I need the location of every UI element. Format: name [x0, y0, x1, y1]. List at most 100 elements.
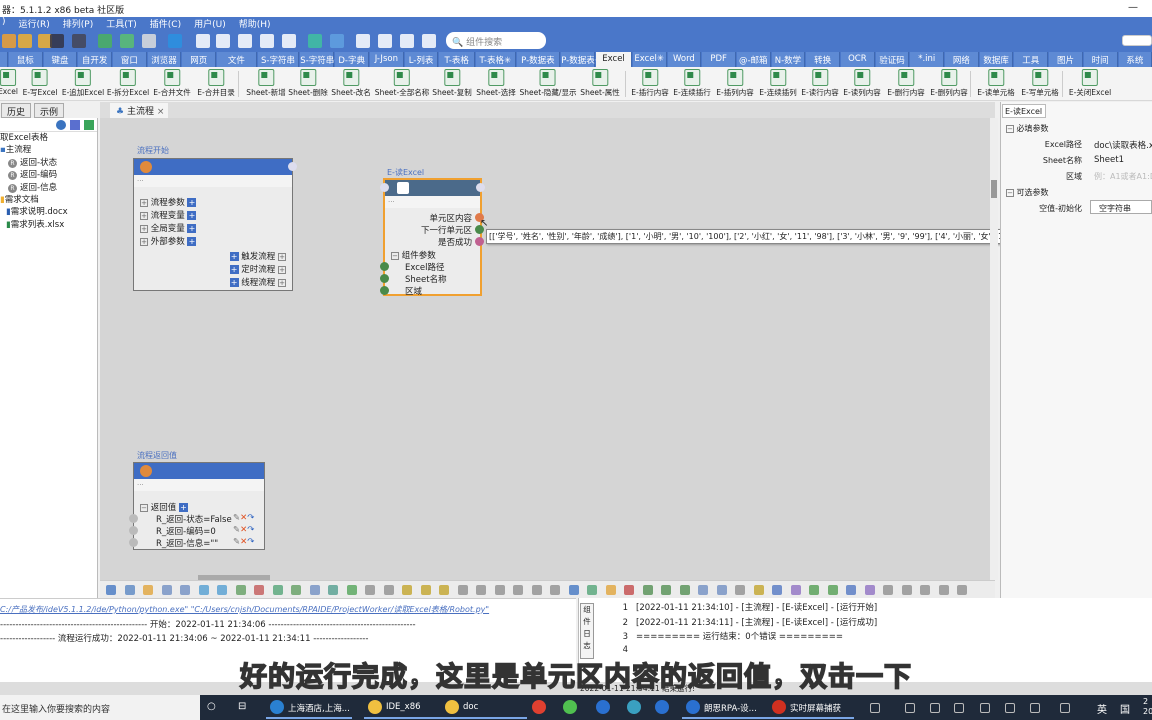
category-tab[interactable]: 工具 [1014, 52, 1049, 67]
tree-file-xlsx[interactable]: ▮需求列表.xlsx [0, 219, 97, 231]
tree-root[interactable]: 取Excel表格 [0, 132, 97, 144]
menu-item[interactable]: 工具(T) [106, 17, 137, 31]
open-folder-icon[interactable] [18, 34, 32, 48]
category-tab[interactable]: T-表格 [439, 52, 476, 67]
canvas-tool-icon[interactable] [938, 585, 949, 595]
output-port[interactable] [475, 237, 484, 246]
tray-icon[interactable] [980, 703, 990, 713]
ribbon-item[interactable]: Sheet-复制 [432, 69, 472, 98]
optional-params-group[interactable]: − 可选参数 [1006, 187, 1049, 198]
tray-icon[interactable] [1060, 703, 1070, 713]
canvas-tool-icon[interactable] [161, 585, 172, 595]
ribbon-item[interactable]: E-读单元格 [977, 69, 1015, 98]
canvas-tool-icon[interactable] [420, 585, 431, 595]
category-tab[interactable]: 图片 [1049, 52, 1083, 67]
tab-main-flow[interactable]: ♣ 主流程 × [110, 103, 168, 118]
send-icon[interactable] [84, 120, 94, 130]
required-params-group[interactable]: − 必填参数 [1006, 123, 1049, 134]
category-tab[interactable]: PDF [702, 52, 736, 67]
ribbon-item[interactable]: Sheet-属性 [580, 69, 620, 98]
canvas-tool-icon[interactable] [661, 585, 671, 595]
category-tab[interactable]: N-数学 [771, 52, 806, 67]
category-tab[interactable]: P-数据表✳ [561, 52, 602, 67]
canvas-tool-icon[interactable] [217, 585, 227, 595]
ribbon-item[interactable]: E-合并文件 [153, 69, 191, 98]
input-port[interactable] [380, 286, 389, 295]
add-icon[interactable]: + [229, 278, 239, 287]
ribbon-item[interactable]: Excel [0, 69, 18, 96]
ribbon-item[interactable]: E-删列内容 [930, 69, 968, 98]
clock[interactable]: 2202 [1143, 697, 1152, 717]
canvas-tool-icon[interactable] [383, 585, 394, 595]
scrollbar-thumb[interactable] [991, 180, 997, 198]
record-icon[interactable] [168, 34, 182, 48]
canvas-tool-icon[interactable] [679, 585, 690, 595]
flow-canvas[interactable]: 流程开始 ... + 流程参数 + + 流程变量 + + 全局变量 + + 外部… [100, 118, 995, 580]
canvas-tool-icon[interactable] [180, 585, 190, 595]
canvas-tool-icon[interactable] [439, 585, 449, 595]
tree-docs-folder[interactable]: ▮需求文档 [0, 194, 97, 206]
excel-path-field[interactable]: doc\读取表格.xl [1094, 139, 1152, 151]
read-excel-node[interactable]: ... 单元区内容 下一行单元区 是否成功 − 组件参数 Excel路径 She… [380, 178, 485, 297]
category-tab[interactable]: 键盘 [43, 52, 78, 67]
canvas-tool-icon[interactable] [883, 585, 893, 595]
taskbar-app[interactable]: 上海酒店,上海... [266, 696, 352, 719]
add-icon[interactable]: + [187, 211, 197, 220]
tree-file-docx[interactable]: ▮需求说明.docx [0, 206, 97, 218]
ribbon-item[interactable]: E-连续插列 [759, 69, 797, 98]
tray-icon[interactable] [905, 703, 915, 713]
start-node[interactable]: ... + 流程参数 + + 流程变量 + + 全局变量 + + 外部参数 + … [133, 158, 297, 291]
category-tab[interactable]: T-表格✳ [476, 52, 516, 67]
ribbon-item[interactable]: E-合并目录 [197, 69, 235, 98]
ribbon-item[interactable]: Sheet-全部名称 [375, 69, 429, 98]
tray-icon[interactable] [870, 703, 880, 713]
ime-mode[interactable]: 国 [1120, 701, 1130, 716]
input-port[interactable] [129, 514, 138, 523]
category-tab[interactable]: 自开发 [78, 52, 112, 67]
ribbon-item[interactable]: Sheet-改名 [331, 69, 371, 98]
category-tab[interactable]: 转换 [806, 52, 840, 67]
export-icon[interactable] [70, 120, 80, 130]
return-item[interactable]: R_返回-编码=0 [156, 525, 216, 537]
category-tab[interactable]: OCR [841, 52, 875, 67]
category-tab[interactable]: 浏览器 [147, 52, 182, 67]
tree-return-code[interactable]: R 返回-编码 [0, 169, 97, 181]
canvas-tool-icon[interactable] [106, 585, 116, 595]
canvas-tool-icon[interactable] [365, 585, 375, 595]
ribbon-item[interactable]: Sheet-隐藏/显示 [520, 69, 576, 98]
category-tab[interactable]: 时间 [1083, 52, 1118, 67]
category-tab[interactable]: 网页 [182, 52, 217, 67]
chat-icon[interactable] [422, 34, 436, 48]
command-line[interactable]: C:/产品发布/ideV5.1.1.2/ide/Python/python.ex… [0, 604, 489, 615]
add-icon[interactable]: + [187, 237, 197, 246]
ribbon-item[interactable]: E-读行内容 [801, 69, 839, 98]
add-icon[interactable]: + [187, 224, 197, 233]
timer-flow[interactable]: + 定时流程 + [229, 263, 286, 275]
param-external[interactable]: + 外部参数 + [140, 235, 197, 247]
param-global-vars[interactable]: + 全局变量 + [140, 222, 197, 234]
ribbon-item[interactable]: Sheet-删除 [288, 69, 328, 98]
run-icon[interactable] [120, 34, 134, 48]
canvas-tool-icon[interactable] [124, 585, 135, 595]
category-tab[interactable]: P-数据表 [516, 52, 561, 67]
screen-icon[interactable] [330, 34, 344, 48]
taskbar-chrome-icon[interactable] [532, 700, 546, 714]
taskbar-app[interactable]: 朗思RPA-设... [682, 696, 768, 719]
canvas-tool-icon[interactable] [550, 585, 560, 595]
tray-icon[interactable] [930, 703, 940, 713]
canvas-tool-icon[interactable] [346, 585, 357, 595]
code-icon[interactable] [98, 34, 112, 48]
menu-item[interactable]: 帮助(H) [239, 17, 271, 31]
ribbon-item[interactable]: Sheet-选择 [476, 69, 516, 98]
category-tab[interactable]: J-Json [369, 52, 404, 67]
canvas-tool-icon[interactable] [698, 585, 708, 595]
category-tab[interactable]: Word [667, 52, 702, 67]
align-right-icon[interactable] [260, 34, 274, 48]
category-tab[interactable]: 鼠标 [8, 52, 43, 67]
ribbon-item[interactable]: E-读列内容 [843, 69, 881, 98]
taskbar-app[interactable]: doc [441, 696, 527, 719]
canvas-tool-icon[interactable] [605, 585, 616, 595]
window-control[interactable] [1122, 35, 1152, 46]
category-tab[interactable]: 文件 [217, 52, 257, 67]
ribbon-item[interactable]: E-拆分Excel [107, 69, 149, 98]
